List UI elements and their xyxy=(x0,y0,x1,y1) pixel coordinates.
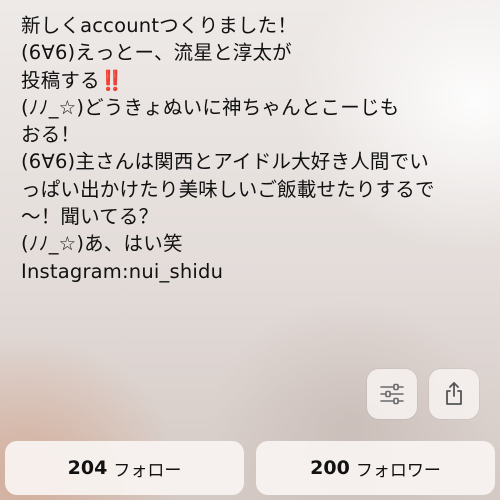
followers-count: 200 xyxy=(310,457,350,479)
share-icon xyxy=(446,382,462,405)
bio-line: (6∀6)主さんは関西とアイドル大好き人間でい xyxy=(21,150,429,174)
profile-bio: 新しくaccountつくりました！ (6∀6)えっとー、流星と淳太が 投稿する‼… xyxy=(21,12,491,285)
bio-line: (6∀6)えっとー、流星と淳太が xyxy=(21,41,292,65)
filter-button[interactable] xyxy=(367,369,417,419)
following-count: 204 xyxy=(67,457,108,479)
bio-line: っぱい出かけたり美味しいご飯載せたりするで xyxy=(21,177,435,201)
bio-line: おる！ xyxy=(21,123,81,147)
bio-line: 〜！聞いてる？ xyxy=(21,205,159,229)
following-label: フォロー xyxy=(113,460,182,481)
sliders-icon xyxy=(380,383,404,405)
bio-line: (ﾉﾉ_☆)あ、はい笑 xyxy=(21,232,183,256)
bio-line: 新しくaccountつくりました！ xyxy=(21,14,298,37)
share-button[interactable] xyxy=(429,369,479,419)
following-button[interactable]: 204 フォロー xyxy=(5,441,244,495)
followers-label: フォロワー xyxy=(355,460,441,481)
bio-line[interactable]: Instagram:nui_shidu xyxy=(21,258,491,285)
bio-line: 投稿する‼️ xyxy=(21,68,125,92)
followers-button[interactable]: 200 フォロワー xyxy=(256,441,495,495)
bio-line: (ﾉﾉ_☆)どうきょぬいに神ちゃんとこーじも xyxy=(21,95,400,119)
